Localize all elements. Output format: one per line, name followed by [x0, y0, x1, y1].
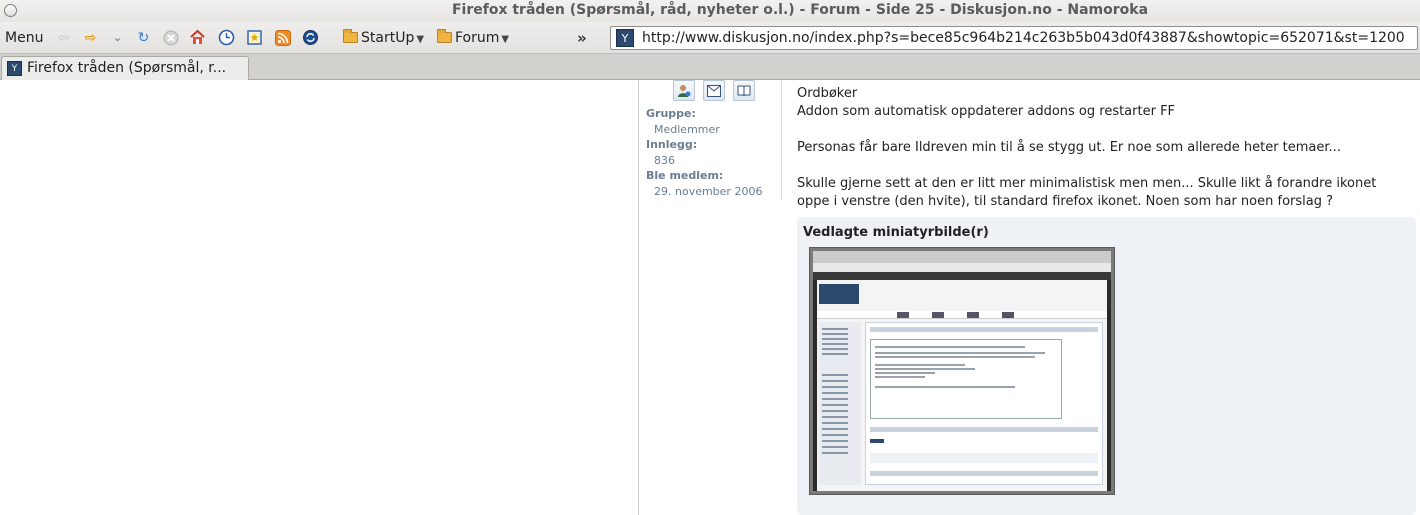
window-titlebar: Firefox tråden (Spørsmål, råd, nyheter o…: [0, 0, 1420, 22]
folder-icon: [343, 29, 358, 43]
forward-icon[interactable]: ⇨: [82, 29, 99, 46]
post-body: Ordbøker Addon som automatisk oppdaterer…: [797, 85, 1407, 211]
post-line: Ordbøker: [797, 86, 858, 101]
attachment-title: Vedlagte miniatyrbilde(r): [803, 225, 989, 240]
user-group-label: Gruppe:: [646, 107, 696, 120]
home-icon[interactable]: [189, 29, 206, 46]
chevron-down-icon: ▼: [501, 34, 510, 45]
menu-button[interactable]: Menu: [5, 30, 43, 46]
blank-left-pane: [0, 80, 639, 515]
attachment-thumbnail[interactable]: [809, 247, 1115, 495]
history-dropdown-icon[interactable]: ⌄: [109, 29, 126, 46]
profile-icon[interactable]: [673, 80, 695, 101]
sync-icon[interactable]: [302, 29, 319, 46]
attachment-box: Vedlagte miniatyrbilde(r): [797, 217, 1416, 515]
navigation-toolbar: Menu ⇦ ⇨ ⌄ ↻ StartUp ▼ Forum ▼ » Y http://…: [0, 22, 1420, 54]
page-content: Gruppe: Medlemmer Innlegg: 836 Ble medle…: [0, 80, 1420, 515]
post-line: Addon som automatisk oppdaterer addons o…: [797, 104, 1176, 119]
clock-icon[interactable]: [218, 29, 235, 46]
blog-icon[interactable]: [733, 80, 755, 101]
tab-favicon-icon: Y: [7, 61, 22, 76]
tab-label: Firefox tråden (Spørsmål, r...: [27, 60, 227, 76]
bookmarks-overflow-button[interactable]: »: [577, 29, 587, 47]
user-posts-value: 836: [654, 154, 675, 167]
post-line: Personas får bare Ildreven min til å se …: [797, 140, 1341, 155]
bookmark-folder-startup[interactable]: StartUp ▼: [343, 29, 425, 46]
user-info-column: Gruppe: Medlemmer Innlegg: 836 Ble medle…: [640, 80, 782, 200]
tab-forum-thread[interactable]: Y Firefox tråden (Spørsmål, r...: [1, 56, 249, 80]
thumbnail-screenshot-image: [813, 251, 1111, 491]
stop-icon[interactable]: [162, 29, 179, 46]
menu-button-label: Menu: [5, 30, 44, 46]
url-input[interactable]: http://www.diskusjon.no/index.php?s=bece…: [642, 30, 1405, 46]
message-icon[interactable]: [703, 80, 725, 101]
rss-icon[interactable]: [274, 29, 291, 46]
site-favicon-icon: Y: [616, 29, 634, 47]
user-action-icons: [673, 80, 755, 101]
url-bar[interactable]: Y http://www.diskusjon.no/index.php?s=be…: [610, 26, 1418, 50]
bookmark-icon[interactable]: [246, 29, 263, 46]
back-icon[interactable]: ⇦: [55, 29, 72, 46]
window-title: Firefox tråden (Spørsmål, råd, nyheter o…: [451, 2, 1149, 18]
post-line: Skulle gjerne sett at den er litt mer mi…: [797, 176, 1377, 209]
bookmark-folder-label: StartUp: [361, 30, 415, 46]
chevron-down-icon: ▼: [416, 34, 425, 45]
tab-strip: Y Firefox tråden (Spørsmål, r...: [0, 54, 1420, 80]
user-member-since-label: Ble medlem:: [646, 169, 724, 182]
user-member-since-value: 29. november 2006: [654, 185, 763, 198]
user-group-value: Medlemmer: [654, 123, 720, 136]
folder-icon: [437, 29, 452, 43]
bookmark-folder-forum[interactable]: Forum ▼: [437, 29, 510, 46]
bookmark-folder-label: Forum: [455, 30, 500, 46]
reload-icon[interactable]: ↻: [135, 29, 152, 46]
post-line-break: [797, 121, 1407, 139]
post-line-break: [797, 157, 1407, 175]
thumbnail-logo-image: [819, 284, 859, 304]
user-posts-label: Innlegg:: [646, 138, 698, 151]
